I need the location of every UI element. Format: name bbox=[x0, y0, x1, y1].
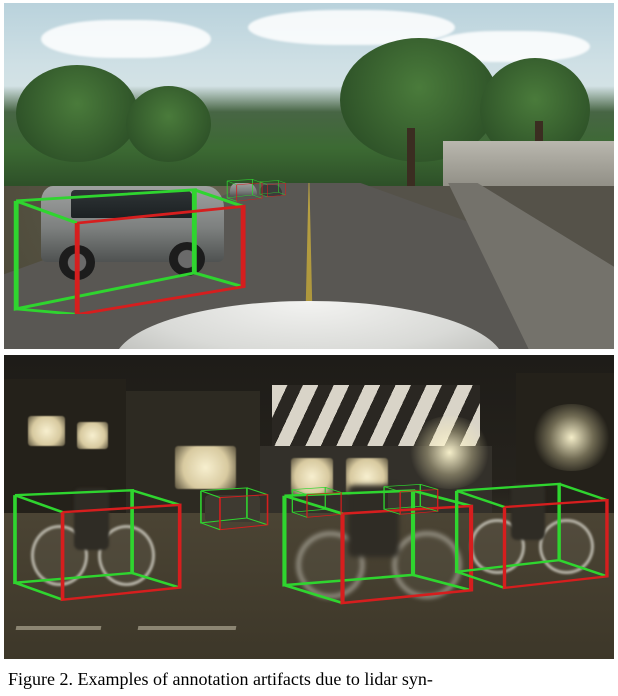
figure-2: Figure 2. Examples of annotation artifac… bbox=[0, 0, 618, 691]
street-scene-day bbox=[4, 3, 614, 349]
cyclist bbox=[28, 495, 162, 586]
street-scene-night bbox=[4, 355, 614, 659]
figure-panel-top bbox=[4, 3, 614, 349]
figure-panel-bottom bbox=[4, 355, 614, 659]
figure-label: Figure 2. bbox=[8, 669, 73, 689]
cyclist bbox=[297, 495, 468, 598]
cyclist bbox=[468, 489, 602, 574]
figure-caption-text: Examples of annotation artifacts due to … bbox=[78, 669, 433, 689]
figure-caption: Figure 2. Examples of annotation artifac… bbox=[8, 668, 610, 691]
